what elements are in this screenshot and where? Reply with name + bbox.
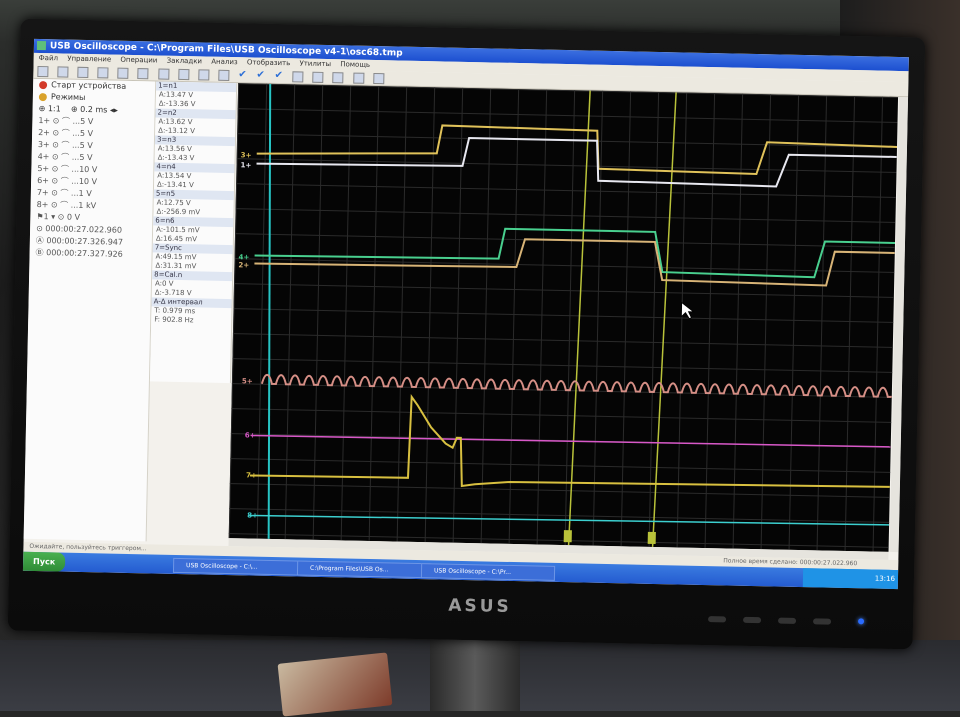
time-b: Ⓑ 000:00:27.327.926 xyxy=(35,247,123,259)
monitor-brand: ASUS xyxy=(448,595,512,618)
print-icon[interactable] xyxy=(117,67,129,79)
zoom-icon[interactable] xyxy=(198,69,210,81)
settings-icon[interactable] xyxy=(332,72,344,84)
power-led xyxy=(858,618,865,625)
open-icon[interactable] xyxy=(57,66,69,78)
monitor-button[interactable] xyxy=(743,616,762,624)
meas-7: 7=Sync A:49.15 mV Δ:31.31 mV xyxy=(152,243,233,272)
menu-file[interactable]: Файл xyxy=(39,54,59,62)
monitor-buttons xyxy=(708,607,868,625)
menu-analysis[interactable]: Анализ xyxy=(211,58,238,67)
cursor-icon[interactable] xyxy=(177,68,190,81)
meas-5: 5=n5 A:12.75 V Δ:-256.9 mV xyxy=(153,189,234,218)
check-icon-2[interactable]: ✔ xyxy=(256,70,265,81)
modes-icon xyxy=(38,92,47,101)
stop-icon[interactable] xyxy=(157,68,170,80)
copy-icon[interactable] xyxy=(97,67,109,79)
trigger-line[interactable] xyxy=(261,83,279,539)
grid-icon[interactable] xyxy=(312,71,324,83)
meas-8: 8=Cal.n A:0 V Δ:-3.718 V xyxy=(152,270,233,299)
oscilloscope-display[interactable]: 3+ 1+ 4+ 2+ 5+ 6+ 7+ 8+ xyxy=(228,83,899,552)
check-icon[interactable]: ✔ xyxy=(238,69,247,80)
meas-4: 4=n4 A:13.54 V Δ:-13.41 V xyxy=(154,162,235,191)
menu-view[interactable]: Отобразить xyxy=(247,58,291,67)
trace-ch2 xyxy=(254,238,895,287)
marker-ch4[interactable]: 4+ xyxy=(238,253,249,261)
trace-ch3 xyxy=(256,124,898,176)
cursor-a[interactable] xyxy=(567,90,591,546)
layout-icon[interactable] xyxy=(352,72,364,84)
mouse-pointer-icon xyxy=(680,301,695,320)
measurements-panel: 1=n1 A:13.47 V Δ:-13.36 V 2=n2 A:13.62 V Δ:-… xyxy=(149,81,238,384)
menu-bookmarks[interactable]: Закладки xyxy=(167,57,203,66)
task-1[interactable]: USB Oscilloscope - C:\... xyxy=(172,557,308,576)
app-icon xyxy=(36,40,47,51)
help-icon[interactable] xyxy=(372,72,385,85)
marker-ch6[interactable]: 6+ xyxy=(245,431,256,439)
monitor-button[interactable] xyxy=(708,616,727,623)
power-icon xyxy=(39,80,48,89)
screen: USB Oscilloscope - C:\Program Files\USB … xyxy=(22,38,909,590)
play-icon[interactable] xyxy=(137,68,149,80)
meas-3: 3=n3 A:13.56 V Δ:-13.43 V xyxy=(154,135,236,164)
task-3[interactable]: USB Oscilloscope - C:\Pr... xyxy=(420,563,556,581)
trace-ch4 xyxy=(254,227,896,279)
meas-2: 2=n2 A:13.62 V Δ:-13.12 V xyxy=(155,108,236,137)
monitor-button[interactable] xyxy=(778,617,797,624)
cursor-a-handle[interactable] xyxy=(563,530,572,543)
trace-ch1 xyxy=(256,136,897,188)
cursor-b[interactable] xyxy=(651,92,677,547)
monitor-stand xyxy=(430,632,520,711)
monitor-button[interactable] xyxy=(813,618,832,625)
start-button[interactable]: Пуск xyxy=(22,551,66,572)
task-2[interactable]: C:\Program Files\USB Os... xyxy=(296,560,432,579)
marker-ch1[interactable]: 1+ xyxy=(240,161,251,169)
marker-icon[interactable] xyxy=(218,69,230,81)
check-icon-3[interactable]: ✔ xyxy=(274,70,283,81)
timebase-value: 0.2 ms xyxy=(80,104,108,115)
meas-1: 1=n1 A:13.47 V Δ:-13.36 V xyxy=(156,81,237,110)
system-tray: 13:16 xyxy=(802,568,899,590)
marker-ch8[interactable]: 8+ xyxy=(247,511,258,519)
marker-ch7[interactable]: 7+ xyxy=(246,471,257,479)
new-icon[interactable] xyxy=(37,65,49,78)
control-panel: Старт устройства Режимы ⊕ 1:1 ⊕ 0.2 ms ◂… xyxy=(23,78,157,542)
marker-ch5[interactable]: 5+ xyxy=(242,377,253,385)
save-icon[interactable] xyxy=(77,66,89,79)
menu-operations[interactable]: Операции xyxy=(120,56,157,65)
cursor-b-handle[interactable] xyxy=(647,531,656,545)
marker-ch2[interactable]: 2+ xyxy=(238,261,249,269)
menu-control[interactable]: Управление xyxy=(67,55,111,64)
marker-ch3[interactable]: 3+ xyxy=(241,151,252,159)
monitor: USB Oscilloscope - C:\Program Files\USB … xyxy=(7,18,926,650)
interval-box: A-Δ интервал T: 0.979 ms F: 902.8 Hz xyxy=(151,297,232,326)
trace-ch6 xyxy=(250,434,891,448)
trace-ch7 xyxy=(249,393,890,488)
menu-help[interactable]: Помощь xyxy=(340,60,370,69)
clock: 13:16 xyxy=(874,574,896,584)
menu-utilities[interactable]: Утилиты xyxy=(299,59,331,68)
meas-6: 6=n6 A:-101.5 mV Δ:16.45 mV xyxy=(153,216,234,245)
waveform-svg: 3+ 1+ 4+ 2+ 5+ 6+ 7+ 8+ xyxy=(238,83,898,547)
chart-icon[interactable] xyxy=(292,71,304,83)
